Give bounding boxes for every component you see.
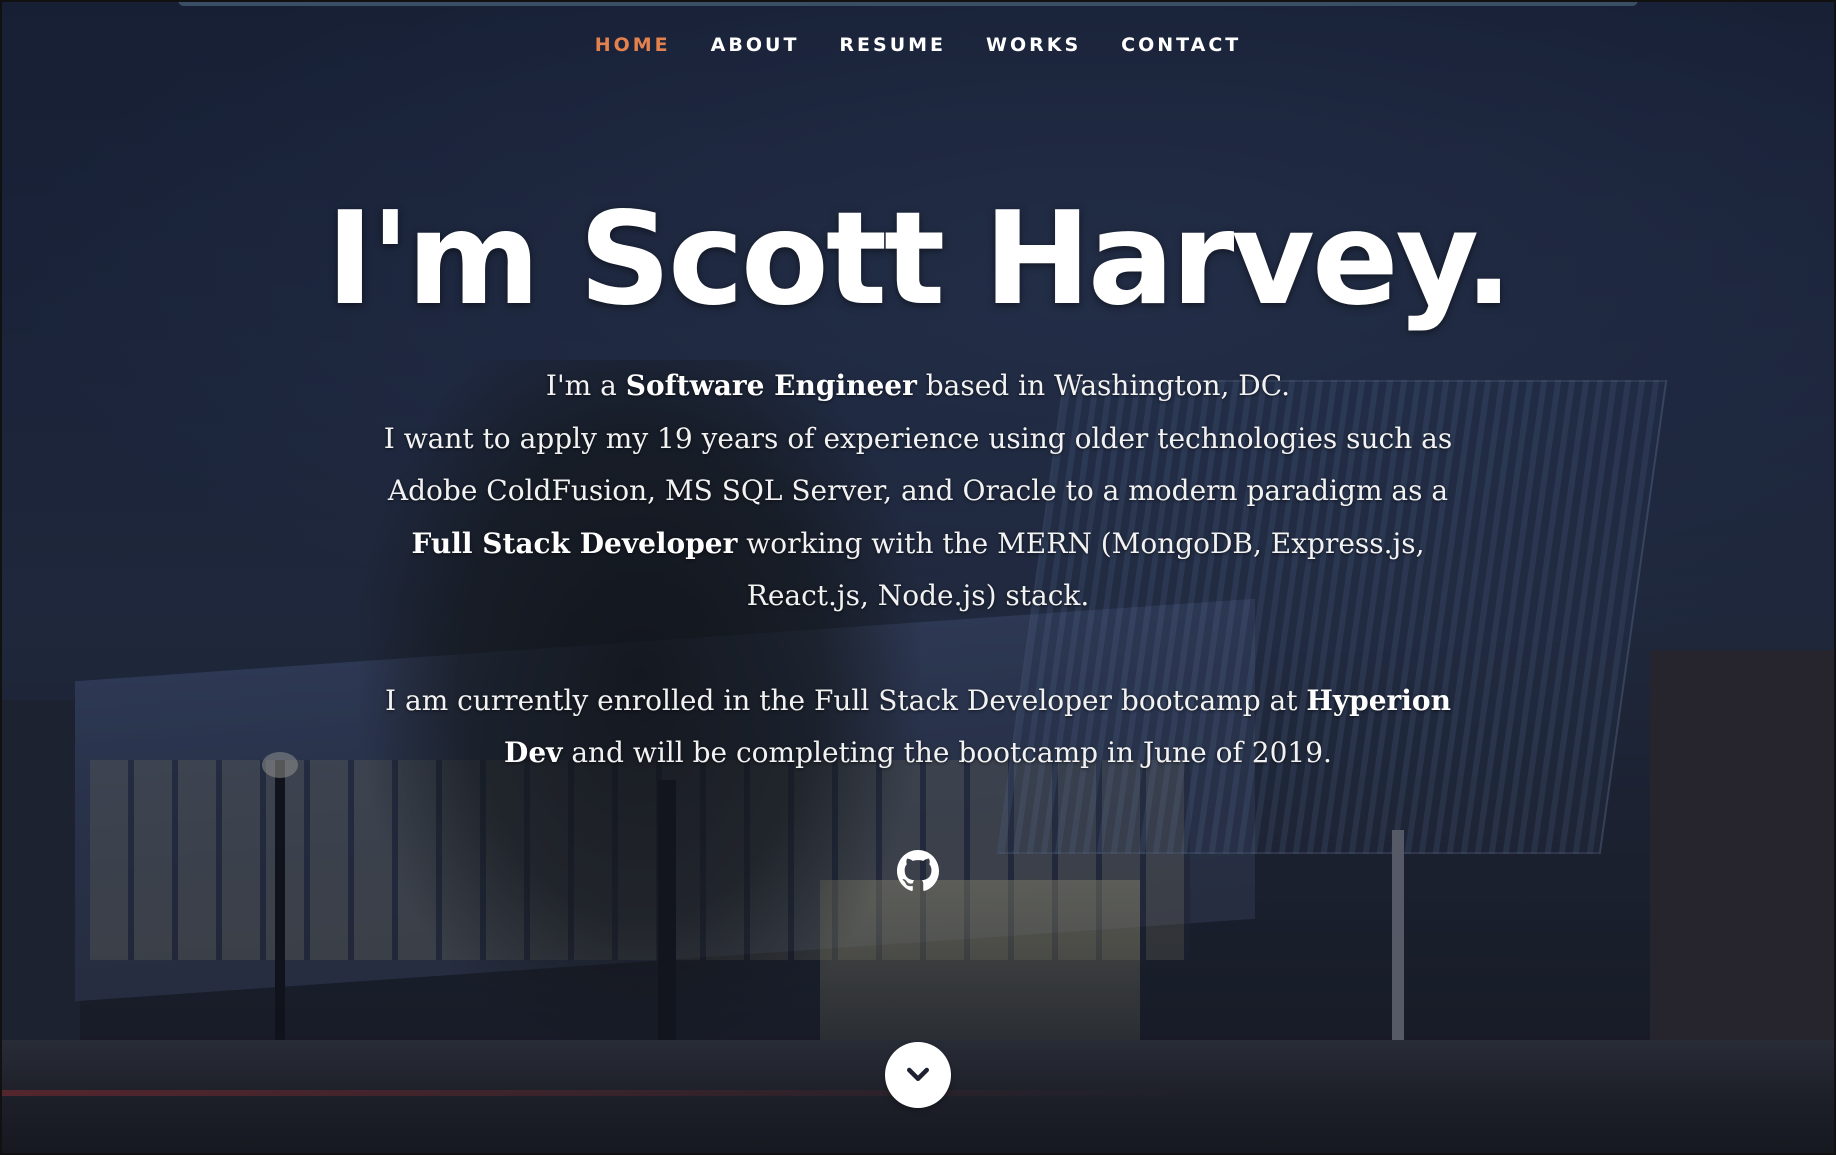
window-frame xyxy=(0,0,1836,1155)
hero-section: HOME ABOUT RESUME WORKS CONTACT I'm Scot… xyxy=(0,0,1836,1155)
